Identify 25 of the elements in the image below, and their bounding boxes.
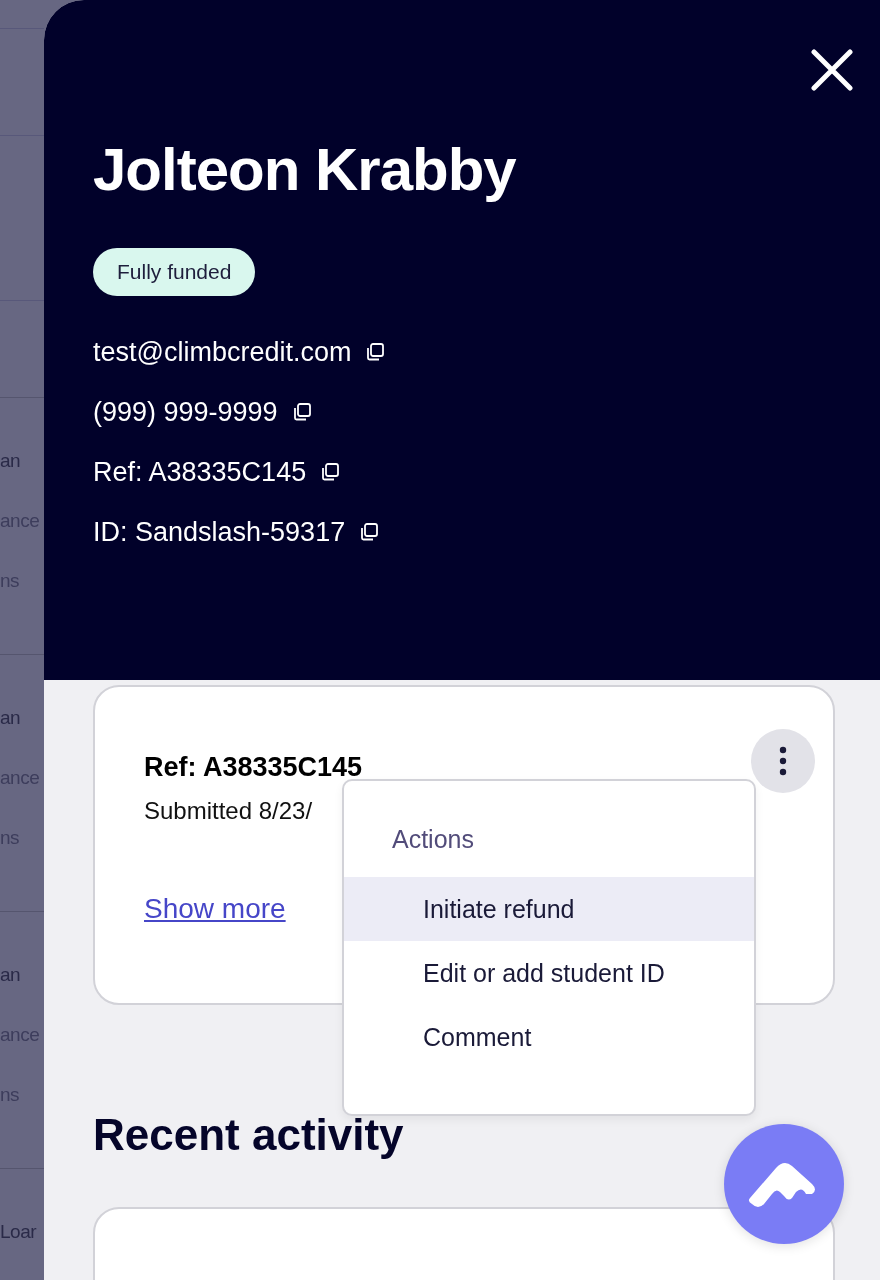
contact-text: test@climbcredit.com xyxy=(93,336,352,369)
list-text: an xyxy=(0,449,21,473)
submitted-date: Submitted 8/23/ xyxy=(144,797,314,825)
copy-icon[interactable] xyxy=(320,462,341,482)
card-title: Ref: A38335C145 xyxy=(144,751,363,783)
show-more-link[interactable]: Show more xyxy=(144,893,286,925)
menu-item[interactable]: Initiate refund xyxy=(344,877,754,941)
copy-icon[interactable] xyxy=(365,342,386,362)
borrower-name: Jolteon Krabby xyxy=(93,135,517,205)
copy-icon[interactable] xyxy=(291,402,312,422)
copy-icon[interactable] xyxy=(359,522,380,542)
close-icon xyxy=(811,49,853,91)
status-badge: Fully funded xyxy=(93,248,256,296)
contact-text: Ref: A38335C145 xyxy=(93,456,307,489)
list-text: Loar xyxy=(0,1220,37,1244)
menu-item[interactable]: Edit or add student ID xyxy=(344,941,754,1005)
list-text: an xyxy=(0,963,21,987)
list-text: an xyxy=(0,706,21,730)
contact-text: (999) 999-9999 xyxy=(93,396,278,429)
contact-text: ID: Sandslash-59317 xyxy=(93,516,346,549)
kebab-icon xyxy=(779,746,787,776)
close-button[interactable] xyxy=(811,49,853,91)
section-title: Recent activity xyxy=(93,1109,405,1161)
menu-heading: Actions xyxy=(391,825,475,855)
menu-item[interactable]: Comment xyxy=(344,1005,754,1069)
